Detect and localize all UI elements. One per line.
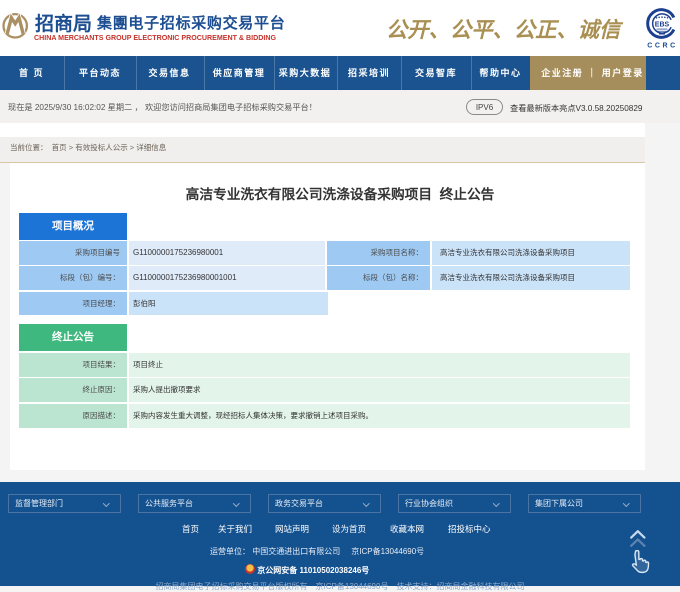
svg-text:EBS: EBS [655,22,670,29]
svg-text:CCRC: CCRC [647,43,678,50]
